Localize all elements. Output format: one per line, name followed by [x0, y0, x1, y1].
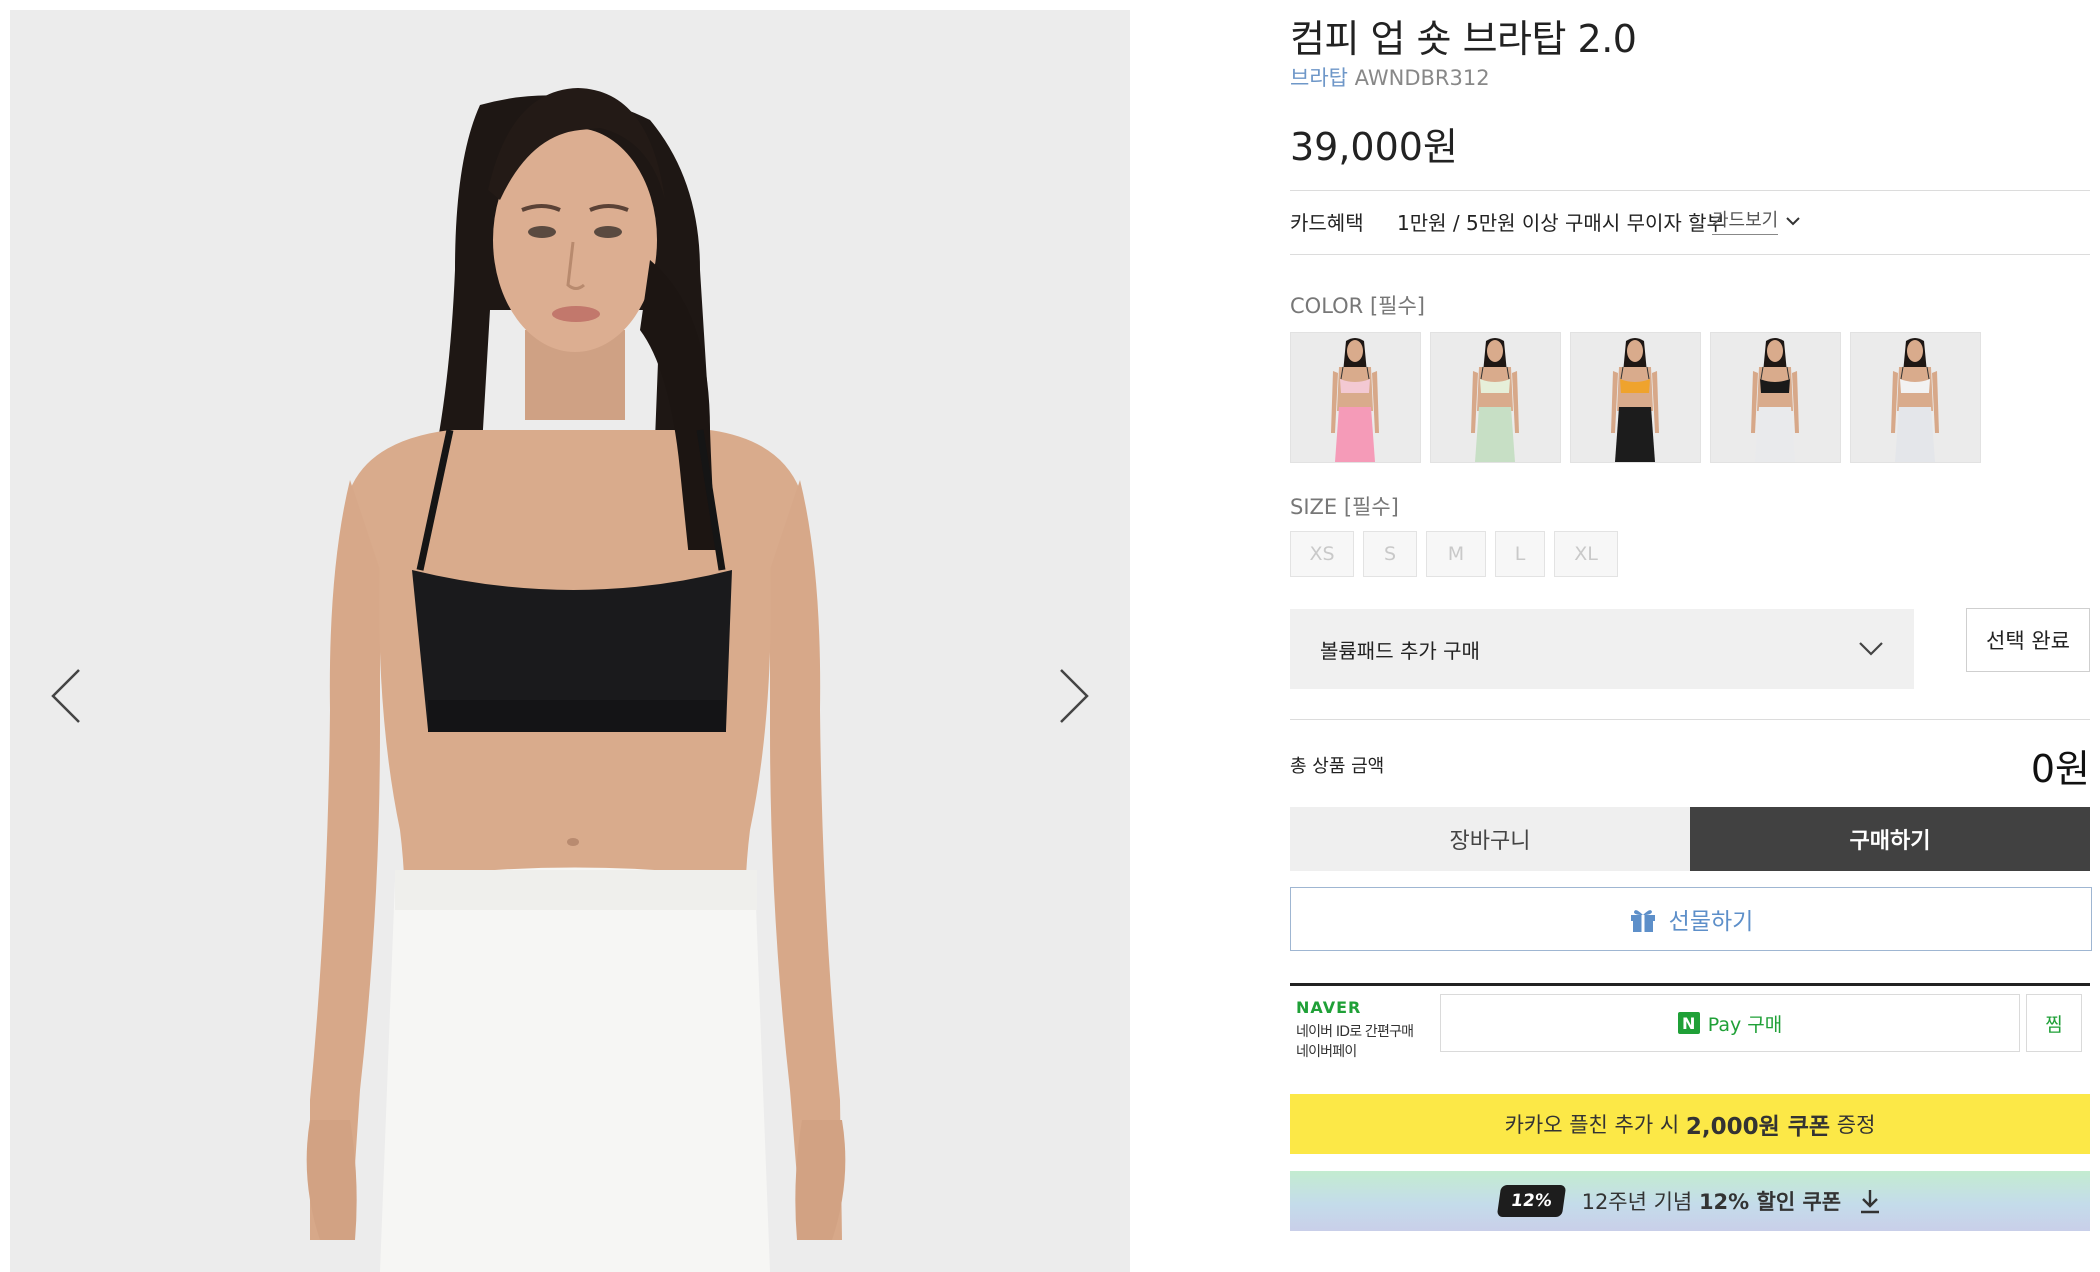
anniversary-coupon-bold: 12% 할인 쿠폰 [1698, 1190, 1842, 1214]
product-category-link[interactable]: 브라탑 [1290, 66, 1348, 90]
product-main-image [10, 10, 1130, 1272]
size-option-list: XS S M L XL [1290, 531, 1618, 577]
product-price: 39,000원 [1290, 125, 1458, 169]
chevron-left-icon [51, 669, 80, 723]
divider [1290, 254, 2090, 255]
naver-logo: NAVER [1296, 998, 1362, 1017]
divider [1290, 719, 2090, 720]
card-benefit-text: 1만원 / 5만원 이상 구매시 무이자 할부 [1397, 211, 1725, 235]
card-view-label: 카드보기 [1712, 206, 1779, 235]
product-category-code: 브라탑 AWNDBR312 [1290, 62, 1490, 92]
color-label: COLOR [필수] [1290, 294, 1425, 318]
color-swatch-thumbnail [1431, 333, 1560, 462]
gift-button[interactable]: 선물하기 [1290, 887, 2092, 951]
size-option-l[interactable]: L [1495, 531, 1545, 577]
download-icon [1861, 1190, 1880, 1214]
total-price-value: 0원 [2030, 747, 2090, 791]
naver-pay-label: Pay 구매 [1707, 1013, 1783, 1036]
size-option-xs[interactable]: XS [1290, 531, 1354, 577]
chevron-down-icon [1786, 216, 1800, 225]
color-swatch-list [1290, 332, 1981, 463]
select-complete-button[interactable]: 선택 완료 [1966, 608, 2090, 672]
discount-tag-icon: 12% [1496, 1185, 1566, 1217]
naver-pay-divider [1290, 983, 2090, 986]
size-option-s[interactable]: S [1363, 531, 1417, 577]
color-swatch-thumbnail [1851, 333, 1980, 462]
naver-pay-info: NAVER 네이버 ID로 간편구매 네이버페이 [1296, 998, 1436, 1061]
gallery-prev-button[interactable] [36, 646, 96, 746]
total-price-label: 총 상품 금액 [1290, 756, 1385, 777]
gallery-next-button[interactable] [1044, 646, 1104, 746]
size-label: SIZE [필수] [1290, 495, 1399, 519]
divider [1290, 190, 2090, 191]
kakao-coupon-prefix: 카카오 플친 추가 시 [1504, 1113, 1686, 1137]
product-code: AWNDBR312 [1354, 66, 1490, 90]
size-option-m[interactable]: M [1426, 531, 1486, 577]
chevron-down-icon [1859, 642, 1883, 656]
color-swatch-mint[interactable] [1430, 332, 1561, 463]
color-swatch-thumbnail [1291, 333, 1420, 462]
color-swatch-white[interactable] [1850, 332, 1981, 463]
anniversary-coupon-banner[interactable]: 12% 12주년 기념 12% 할인 쿠폰 [1290, 1171, 2090, 1231]
color-swatch-black[interactable] [1710, 332, 1841, 463]
anniversary-coupon-prefix: 12주년 기념 [1581, 1190, 1699, 1214]
naver-pay-button[interactable]: N Pay 구매 [1440, 994, 2020, 1052]
anniversary-coupon-text: 12주년 기념 12% 할인 쿠폰 [1582, 1186, 1842, 1216]
color-swatch-thumbnail [1711, 333, 1840, 462]
card-view-link[interactable]: 카드보기 [1712, 206, 1800, 235]
product-image-gallery [10, 10, 1130, 1272]
add-to-cart-button[interactable]: 장바구니 [1290, 807, 1690, 871]
gift-button-label: 선물하기 [1668, 909, 1754, 935]
naver-wishlist-button[interactable]: 찜 [2026, 994, 2082, 1052]
naver-pay-line2: 네이버페이 [1296, 1044, 1357, 1060]
volume-pad-select-label: 볼륨패드 추가 구매 [1320, 638, 1480, 663]
color-swatch-pink[interactable] [1290, 332, 1421, 463]
gift-icon [1630, 910, 1655, 932]
kakao-coupon-banner[interactable]: 카카오 플친 추가 시 2,000원 쿠폰 증정 [1290, 1094, 2090, 1154]
chevron-right-icon [1060, 669, 1089, 723]
volume-pad-select[interactable]: 볼륨패드 추가 구매 [1290, 609, 1914, 689]
naver-pay-line1: 네이버 ID로 간편구매 [1296, 1024, 1414, 1040]
card-benefit-label: 카드혜택 [1290, 211, 1364, 235]
naver-n-icon: N [1677, 1012, 1700, 1034]
product-title: 컴피 업 숏 브라탑 2.0 [1290, 17, 1637, 61]
buy-now-button[interactable]: 구매하기 [1690, 807, 2090, 871]
color-swatch-thumbnail [1571, 333, 1700, 462]
kakao-coupon-amount: 2,000원 쿠폰 [1685, 1114, 1831, 1140]
kakao-coupon-suffix: 증정 [1830, 1113, 1876, 1137]
size-option-xl[interactable]: XL [1554, 531, 1618, 577]
color-swatch-yellow[interactable] [1570, 332, 1701, 463]
